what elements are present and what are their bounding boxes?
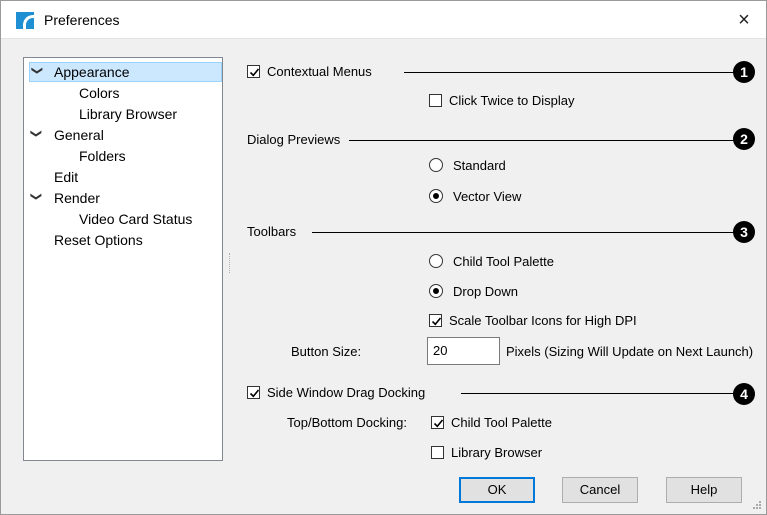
radio-selected-dot bbox=[433, 288, 439, 294]
tree-item-label: Appearance bbox=[54, 64, 130, 80]
vector-view-radio[interactable] bbox=[429, 189, 443, 203]
cancel-button[interactable]: Cancel bbox=[562, 477, 638, 503]
tree-item-appearance[interactable]: ❯ Appearance bbox=[29, 62, 222, 82]
tree-item-colors[interactable]: Colors bbox=[79, 83, 119, 103]
chevron-down-icon[interactable]: ❯ bbox=[27, 66, 47, 78]
child-tool-palette-radio-label[interactable]: Child Tool Palette bbox=[453, 254, 554, 270]
callout-badge-4: 4 bbox=[733, 383, 755, 405]
category-tree[interactable]: ❯ Appearance Colors Library Browser ❯ Ge… bbox=[23, 57, 223, 461]
ok-button[interactable]: OK bbox=[459, 477, 535, 503]
checkmark-icon bbox=[249, 389, 260, 398]
docking-library-browser-label[interactable]: Library Browser bbox=[451, 445, 542, 461]
tree-item-label: Reset Options bbox=[54, 232, 143, 248]
drop-down-radio-label[interactable]: Drop Down bbox=[453, 284, 518, 300]
click-twice-checkbox[interactable] bbox=[429, 94, 442, 107]
tree-item-video-card-status[interactable]: Video Card Status bbox=[79, 209, 192, 229]
section-divider bbox=[404, 72, 734, 73]
scale-toolbar-icons-checkbox[interactable] bbox=[429, 314, 442, 327]
tree-item-render[interactable]: ❯ Render bbox=[29, 188, 179, 208]
dialog-previews-heading: Dialog Previews bbox=[247, 132, 341, 147]
help-button[interactable]: Help bbox=[666, 477, 742, 503]
resize-grip-icon[interactable] bbox=[752, 500, 762, 510]
docking-library-browser-checkbox[interactable] bbox=[431, 446, 444, 459]
radio-selected-dot bbox=[433, 193, 439, 199]
section-divider bbox=[349, 140, 734, 141]
docking-child-tool-palette-checkbox[interactable] bbox=[431, 416, 444, 429]
button-size-label: Button Size: bbox=[291, 344, 362, 359]
side-window-docking-checkbox[interactable] bbox=[247, 386, 260, 399]
chevron-down-icon[interactable]: ❯ bbox=[26, 129, 46, 141]
contextual-menus-label[interactable]: Contextual Menus bbox=[267, 64, 372, 80]
drop-down-radio[interactable] bbox=[429, 284, 443, 298]
checkmark-icon bbox=[249, 68, 260, 77]
tree-item-label: Video Card Status bbox=[79, 211, 193, 227]
callout-badge-2: 2 bbox=[733, 128, 755, 150]
checkmark-icon bbox=[433, 419, 444, 428]
tree-item-label: Library Browser bbox=[79, 106, 178, 122]
standard-radio-label[interactable]: Standard bbox=[453, 158, 506, 174]
docking-child-tool-palette-label[interactable]: Child Tool Palette bbox=[451, 415, 552, 431]
splitter-handle[interactable] bbox=[229, 253, 232, 273]
button-size-input[interactable]: 20 bbox=[427, 337, 500, 365]
callout-badge-1: 1 bbox=[733, 61, 755, 83]
app-logo-icon bbox=[16, 12, 34, 29]
click-twice-label[interactable]: Click Twice to Display bbox=[449, 93, 574, 109]
tree-item-folders[interactable]: Folders bbox=[79, 146, 126, 166]
tree-item-label: General bbox=[54, 127, 104, 143]
contextual-menus-checkbox[interactable] bbox=[247, 65, 260, 78]
tree-item-label: Edit bbox=[54, 169, 79, 185]
child-tool-palette-radio[interactable] bbox=[429, 254, 443, 268]
tree-item-label: Colors bbox=[79, 85, 120, 101]
scale-toolbar-icons-label[interactable]: Scale Toolbar Icons for High DPI bbox=[449, 313, 637, 329]
tree-item-edit[interactable]: Edit bbox=[54, 167, 78, 187]
side-window-docking-label[interactable]: Side Window Drag Docking bbox=[267, 385, 425, 401]
section-divider bbox=[461, 393, 734, 394]
top-bottom-docking-label: Top/Bottom Docking: bbox=[287, 415, 407, 430]
close-button[interactable]: × bbox=[730, 7, 758, 33]
title-bar: Preferences × bbox=[1, 1, 766, 39]
tree-item-library-browser[interactable]: Library Browser bbox=[79, 104, 177, 124]
standard-radio[interactable] bbox=[429, 158, 443, 172]
vector-view-radio-label[interactable]: Vector View bbox=[453, 189, 521, 205]
toolbars-heading: Toolbars bbox=[247, 224, 297, 239]
tree-item-label: Folders bbox=[79, 148, 126, 164]
tree-item-general[interactable]: ❯ General bbox=[29, 125, 179, 145]
checkmark-icon bbox=[431, 317, 442, 326]
tree-item-label: Render bbox=[54, 190, 100, 206]
tree-item-reset-options[interactable]: Reset Options bbox=[54, 230, 143, 250]
callout-badge-3: 3 bbox=[733, 221, 755, 243]
button-size-note: Pixels (Sizing Will Update on Next Launc… bbox=[506, 344, 754, 359]
section-divider bbox=[312, 232, 734, 233]
window-title: Preferences bbox=[44, 12, 120, 28]
chevron-down-icon[interactable]: ❯ bbox=[26, 192, 46, 204]
preferences-dialog: Preferences × ❯ Appearance Colors Librar… bbox=[0, 0, 767, 515]
